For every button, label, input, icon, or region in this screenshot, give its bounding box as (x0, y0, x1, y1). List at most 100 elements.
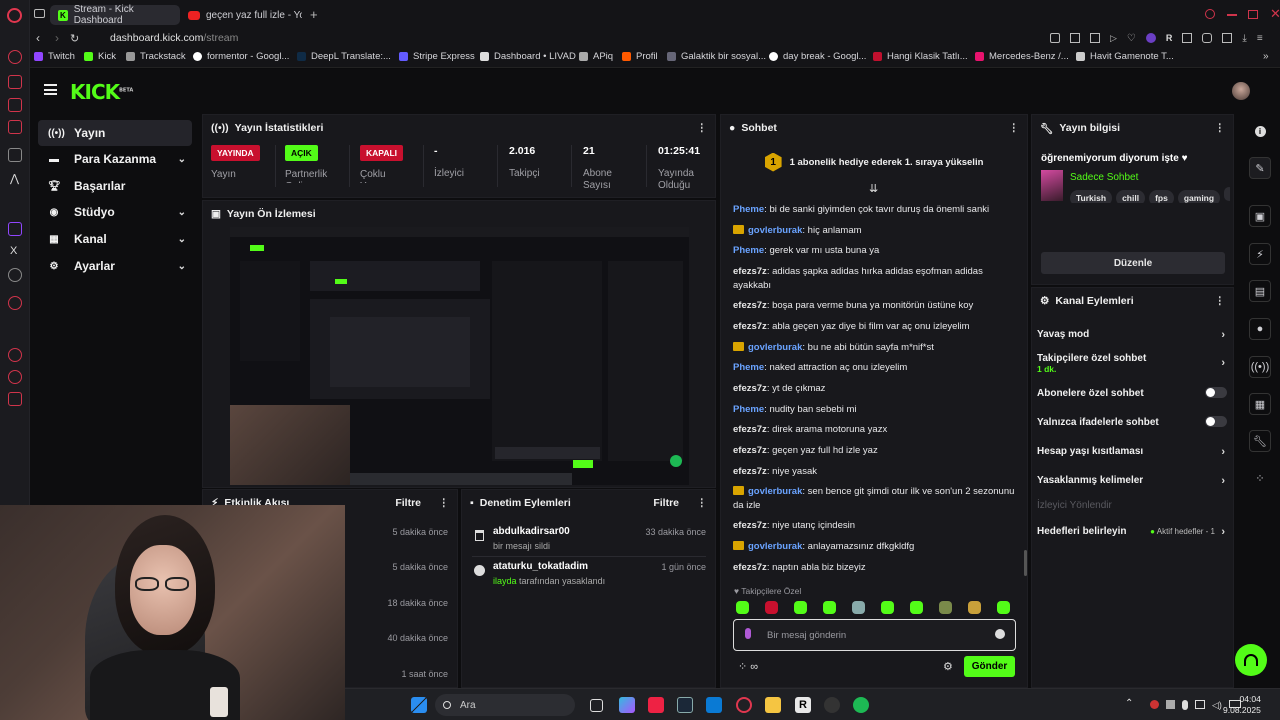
task-view-icon[interactable] (590, 699, 603, 712)
emote[interactable] (765, 601, 778, 614)
nav-item-basarilar[interactable]: 🏆︎ Başarılar (38, 173, 192, 199)
nav-item-yayin[interactable]: ((•)) Yayın (38, 120, 192, 146)
emote[interactable] (910, 601, 923, 614)
moderation-filter-button[interactable]: Filtre (653, 497, 679, 509)
opera-taskbar-icon[interactable] (736, 697, 752, 713)
messenger-icon[interactable] (8, 50, 22, 64)
emote[interactable] (881, 601, 894, 614)
hamburger-menu-icon[interactable] (44, 84, 57, 95)
search-tabs-icon[interactable] (1205, 9, 1215, 19)
tag[interactable]: fps (1149, 190, 1174, 203)
player-icon[interactable] (8, 296, 22, 310)
tray-app-icon[interactable] (1150, 700, 1159, 709)
subs-only-row[interactable]: Abonelere özel sohbet (1037, 387, 1227, 399)
network-icon[interactable] (1195, 700, 1205, 709)
whatsapp-icon[interactable] (8, 268, 22, 282)
send-button[interactable]: Gönder (964, 656, 1015, 677)
broadcast-tool-icon[interactable]: ((•)) (1249, 356, 1271, 378)
screenshot-icon[interactable] (1070, 33, 1080, 43)
forward-icon[interactable]: › (55, 31, 59, 45)
mail-icon[interactable] (8, 98, 22, 112)
snipping-icon[interactable] (648, 697, 664, 713)
emote[interactable] (823, 601, 836, 614)
chat-settings-icon[interactable]: ⚙ (943, 660, 953, 673)
clock-icon[interactable] (8, 348, 22, 362)
heart-icon[interactable]: ♡ (1127, 33, 1136, 45)
wrench-tool-icon[interactable]: 🔧︎ (1249, 430, 1271, 452)
moderation-user[interactable]: abdulkadirsar00 (493, 526, 570, 537)
music-icon[interactable] (8, 75, 22, 89)
store-icon[interactable] (706, 697, 722, 713)
emote[interactable] (997, 601, 1010, 614)
snapshot-icon[interactable] (1090, 33, 1100, 43)
edit-button[interactable]: Düzenle (1041, 252, 1225, 274)
more-options-icon[interactable]: ⋮ (1009, 122, 1020, 134)
qr-icon[interactable]: ▣ (1249, 205, 1271, 227)
extension-box-icon[interactable] (1182, 33, 1193, 43)
x-icon[interactable]: X (10, 245, 17, 257)
close-window-button[interactable]: ✕ (1270, 6, 1280, 22)
minimize-button[interactable] (1227, 14, 1237, 16)
steam-icon[interactable] (677, 697, 693, 713)
activity-filter-button[interactable]: Filtre (395, 497, 421, 509)
kick-side-icon[interactable]: ⋀ (10, 172, 19, 185)
chat-tool-icon[interactable]: ● (1249, 318, 1271, 340)
more-options-icon[interactable]: ⋮ (1215, 122, 1226, 134)
reload-icon[interactable]: ↻ (70, 32, 79, 45)
spotify-icon[interactable] (853, 697, 869, 713)
tag[interactable]: Turkish (1070, 190, 1113, 203)
tag[interactable]: chill (1116, 190, 1146, 203)
chat-scrollbar[interactable] (1024, 550, 1027, 576)
camera-icon[interactable] (1050, 33, 1060, 43)
tab-menu-icon[interactable] (34, 9, 45, 18)
url-field[interactable]: dashboard.kick.com/stream (110, 32, 238, 44)
bookmark-tatli[interactable]: Hangi Klasik Tatlı... (873, 51, 968, 62)
chat-input[interactable]: Bir mesaj gönderin (733, 619, 1016, 651)
emote[interactable] (794, 601, 807, 614)
category-link[interactable]: Sadece Sohbet (1070, 172, 1138, 183)
r-app-icon[interactable]: R (795, 697, 811, 713)
moderation-tool-icon[interactable]: ▦ (1249, 393, 1271, 415)
bookmark-deepl[interactable]: DeepL Translate:... (297, 51, 391, 62)
kick-logo[interactable]: KICKBETA (70, 80, 133, 104)
mic-icon[interactable] (1182, 700, 1188, 710)
emote[interactable] (736, 601, 749, 614)
nav-item-para-kazanma[interactable]: ▬ Para Kazanma ⌄ (38, 146, 192, 172)
more-tools-icon[interactable]: ⁘ (1249, 467, 1271, 489)
back-icon[interactable]: ‹ (36, 31, 40, 45)
obs-icon[interactable] (824, 697, 840, 713)
chat-pinned[interactable]: 1 1 abonelik hediye ederek 1. sıraya yük… (722, 145, 1026, 179)
slow-mode-row[interactable]: Yavaş mod › (1037, 329, 1227, 341)
bookmark-stripe[interactable]: Stripe Express (399, 51, 475, 62)
tray-app-icon[interactable] (1166, 700, 1175, 709)
folder-icon[interactable] (765, 697, 781, 713)
maximize-button[interactable] (1248, 10, 1258, 19)
more-options-icon[interactable]: ⋮ (1215, 295, 1226, 307)
history-icon[interactable] (8, 370, 22, 384)
wallet-icon[interactable] (1222, 33, 1233, 43)
bookmark-daybreak[interactable]: day break - Googl... (769, 51, 866, 62)
nav-item-ayarlar[interactable]: ⚙ Ayarlar ⌄ (38, 253, 192, 279)
tab-youtube[interactable]: geçen yaz full izle - YouT (180, 5, 310, 25)
new-tab-button[interactable]: + (310, 7, 318, 22)
extension-r-icon[interactable]: R (1166, 33, 1173, 45)
bookmark-icon[interactable] (8, 148, 22, 162)
scroll-down-icon[interactable]: ⇊ (869, 182, 878, 195)
support-button[interactable] (1235, 644, 1267, 676)
stream-preview[interactable] (230, 227, 689, 485)
emote[interactable] (852, 601, 865, 614)
more-options-icon[interactable]: ⋮ (697, 497, 708, 509)
goals-row[interactable]: Hedefleri belirleyin ● Aktif hedefler - 1… (1037, 526, 1227, 538)
emotes-only-toggle[interactable] (1205, 416, 1227, 427)
bookmark-twitch[interactable]: Twitch (34, 51, 75, 62)
windows-start-icon[interactable] (411, 697, 427, 713)
clipboard-icon[interactable] (8, 120, 22, 134)
tag[interactable]: gaming (1177, 190, 1221, 203)
bookmark-kick[interactable]: Kick (84, 51, 116, 62)
bookmark-havit[interactable]: Havit Gamenote T... (1076, 51, 1174, 62)
download-icon[interactable] (8, 392, 22, 406)
notes-icon[interactable]: ▤ (1249, 280, 1271, 302)
microphone-icon[interactable] (745, 628, 751, 639)
subs-only-toggle[interactable] (1205, 387, 1227, 398)
menu-icon[interactable]: ≡ (1257, 33, 1263, 45)
